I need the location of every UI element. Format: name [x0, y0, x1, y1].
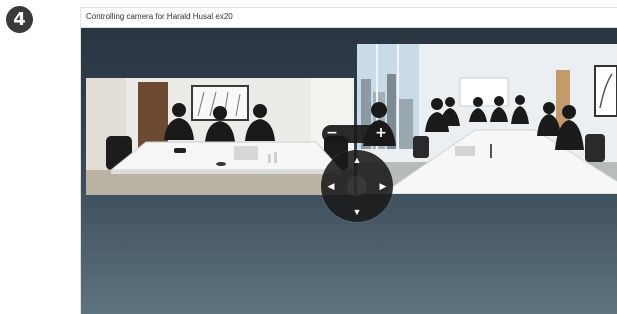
pan-right-arrow-icon[interactable]: ▶ [376, 179, 390, 193]
step-number-badge: 4 [6, 6, 33, 33]
zoom-in-button[interactable]: + [371, 125, 391, 143]
camera-direction-pad: ▲ ▼ ◀ ▶ [321, 150, 393, 222]
pad-center [347, 176, 367, 196]
window-title: Controlling camera for Harald Husal ex20 [86, 12, 233, 21]
pan-left-arrow-icon[interactable]: ◀ [324, 179, 338, 193]
local-room-scene [357, 44, 617, 194]
camera-control-window: Controlling camera for Harald Husal ex20 [80, 7, 617, 314]
window-titlebar: Controlling camera for Harald Husal ex20 [81, 8, 617, 28]
zoom-control: − + [322, 125, 391, 143]
remote-room-scene [86, 78, 354, 195]
pan-down-arrow-icon[interactable]: ▼ [350, 205, 364, 219]
pan-up-arrow-icon[interactable]: ▲ [350, 153, 364, 167]
zoom-out-button[interactable]: − [322, 125, 342, 143]
remote-video-feed[interactable] [86, 78, 354, 195]
local-video-feed[interactable] [357, 44, 617, 194]
video-stage: − + ▲ ▼ ◀ ▶ [81, 28, 617, 314]
